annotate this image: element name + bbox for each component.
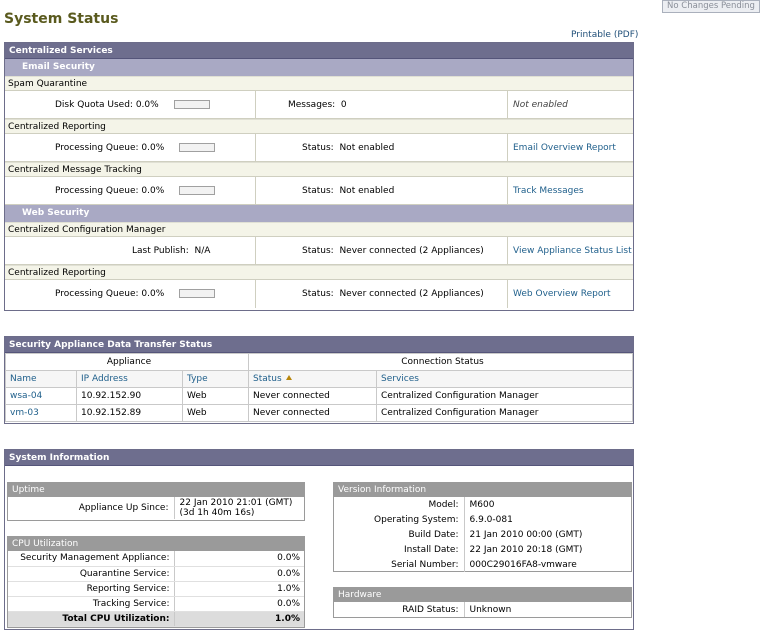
col-name[interactable]: Name: [5, 370, 77, 388]
web-reporting-status-value: Never connected (2 Appliances): [339, 289, 484, 299]
email-security-header: Email Security: [5, 59, 633, 76]
config-manager-row: Last Publish: N/A Status: Never connecte…: [5, 237, 633, 265]
status-cell: Never connected: [248, 387, 377, 405]
serial-number-label: Serial Number:: [334, 557, 465, 572]
email-reporting-queue-value: 0.0%: [141, 143, 165, 153]
build-date-label: Build Date:: [334, 527, 465, 542]
ip-cell: 10.92.152.89: [76, 404, 183, 422]
web-reporting-queue-bar: [179, 289, 216, 298]
page-title: System Status: [4, 11, 119, 27]
uptime-header: Uptime: [8, 483, 304, 497]
cpu-row: Tracking Service: 0.0%: [8, 596, 304, 612]
build-date-value: 21 Jan 2010 00:00 (GMT): [469, 529, 583, 540]
data-transfer-panel: Security Appliance Data Transfer Status …: [4, 336, 634, 424]
appliance-link-vm-03[interactable]: vm-03: [10, 408, 39, 418]
appliance-link-wsa-04[interactable]: wsa-04: [10, 391, 42, 401]
appliance-group-header: Appliance: [5, 353, 249, 371]
services-cell: Centralized Configuration Manager: [376, 387, 633, 405]
last-publish-label: Last Publish:: [132, 246, 189, 256]
web-reporting-row: Processing Queue: 0.0% Status: Never con…: [5, 280, 633, 308]
hardware-header: Hardware: [334, 588, 631, 602]
disk-quota-value: 0.0%: [135, 100, 159, 110]
disk-quota-bar: [173, 100, 210, 109]
col-services[interactable]: Services: [376, 370, 633, 388]
uptime-box: Uptime Appliance Up Since: 22 Jan 2010 2…: [7, 482, 305, 521]
system-information-header: System Information: [5, 450, 633, 466]
type-cell: Web: [182, 387, 249, 405]
message-tracking-label: Centralized Message Tracking: [5, 162, 633, 177]
email-reporting-label: Centralized Reporting: [5, 119, 633, 134]
version-information-box: Version Information Model: M600 Operating…: [333, 482, 632, 572]
web-overview-report-link[interactable]: Web Overview Report: [513, 280, 611, 308]
cpu-total-row: Total CPU Utilization: 1.0%: [8, 610, 304, 627]
uptime-duration-value: (3d 1h 40m 16s): [179, 508, 255, 518]
email-reporting-row: Processing Queue: 0.0% Status: Not enabl…: [5, 134, 633, 162]
email-reporting-queue-bar: [179, 143, 216, 152]
tracking-status-value: Not enabled: [339, 186, 395, 196]
sort-ascending-icon: [285, 375, 292, 380]
status-cell: Never connected: [248, 404, 377, 422]
track-messages-link[interactable]: Track Messages: [513, 177, 584, 205]
tracking-queue-value: 0.0%: [141, 186, 165, 196]
os-label: Operating System:: [334, 512, 465, 527]
tracking-status-label: Status:: [302, 186, 334, 196]
spam-quarantine-label: Spam Quarantine: [5, 76, 633, 91]
cpu-utilization-box: CPU Utilization Security Management Appl…: [7, 536, 305, 628]
printable-pdf-link[interactable]: Printable (PDF): [571, 30, 638, 40]
raid-status-label: RAID Status:: [334, 602, 465, 617]
data-transfer-header: Security Appliance Data Transfer Status: [5, 337, 633, 353]
os-value: 6.9.0-081: [469, 514, 513, 525]
email-reporting-queue-label: Processing Queue:: [55, 143, 139, 153]
config-status-value: Never connected (2 Appliances): [339, 246, 484, 256]
col-type[interactable]: Type: [182, 370, 249, 388]
no-changes-pending-button[interactable]: No Changes Pending: [662, 0, 760, 13]
last-publish-value: N/A: [194, 246, 211, 256]
disk-quota-label: Disk Quota Used:: [55, 100, 133, 110]
config-status-label: Status:: [302, 246, 334, 256]
table-row: wsa-04 10.92.152.90 Web Never connected …: [5, 387, 633, 405]
raid-status-value: Unknown: [469, 604, 512, 615]
version-information-header: Version Information: [334, 483, 631, 497]
tracking-queue-label: Processing Queue:: [55, 186, 139, 196]
uptime-label: Appliance Up Since:: [8, 497, 175, 519]
centralized-services-header: Centralized Services: [5, 43, 633, 59]
messages-label: Messages:: [288, 100, 336, 110]
web-reporting-queue-label: Processing Queue:: [55, 289, 139, 299]
services-cell: Centralized Configuration Manager: [376, 404, 633, 422]
cpu-total-value: 1.0%: [174, 610, 304, 627]
cpu-utilization-header: CPU Utilization: [8, 537, 304, 551]
model-label: Model:: [334, 497, 465, 512]
email-reporting-status-label: Status:: [302, 143, 334, 153]
web-reporting-queue-value: 0.0%: [141, 289, 165, 299]
spam-quarantine-note: Not enabled: [513, 100, 568, 110]
web-reporting-status-label: Status:: [302, 289, 334, 299]
cpu-total-label: Total CPU Utilization:: [8, 610, 175, 627]
tracking-queue-bar: [179, 186, 216, 195]
hardware-box: Hardware RAID Status: Unknown: [333, 587, 632, 618]
type-cell: Web: [182, 404, 249, 422]
spam-quarantine-row: Disk Quota Used: 0.0% Messages: 0 Not en…: [5, 91, 633, 119]
message-tracking-row: Processing Queue: 0.0% Status: Not enabl…: [5, 177, 633, 205]
messages-value: 0: [340, 100, 347, 110]
cpu-row: Reporting Service: 1.0%: [8, 581, 304, 597]
web-security-header: Web Security: [5, 205, 633, 222]
web-reporting-label: Centralized Reporting: [5, 265, 633, 280]
view-appliance-status-list-link[interactable]: View Appliance Status List: [513, 237, 632, 265]
ip-cell: 10.92.152.90: [76, 387, 183, 405]
install-date-label: Install Date:: [334, 542, 465, 557]
config-manager-label: Centralized Configuration Manager: [5, 222, 633, 237]
install-date-value: 22 Jan 2010 20:18 (GMT): [469, 544, 583, 555]
serial-number-value: 000C29016FA8-vmware: [469, 559, 577, 570]
centralized-services-panel: Centralized Services Email Security Spam…: [4, 42, 634, 311]
email-reporting-status-value: Not enabled: [339, 143, 395, 153]
col-ip-address[interactable]: IP Address: [76, 370, 183, 388]
cpu-row: Security Management Appliance: 0.0%: [8, 551, 304, 567]
email-overview-report-link[interactable]: Email Overview Report: [513, 134, 616, 162]
model-value: M600: [469, 499, 495, 510]
col-status[interactable]: Status: [248, 370, 377, 388]
cpu-row: Quarantine Service: 0.0%: [8, 566, 304, 582]
uptime-since-value: 22 Jan 2010 21:01 (GMT): [179, 498, 293, 508]
table-row: vm-03 10.92.152.89 Web Never connected C…: [5, 404, 633, 422]
connection-status-group-header: Connection Status: [248, 353, 633, 371]
